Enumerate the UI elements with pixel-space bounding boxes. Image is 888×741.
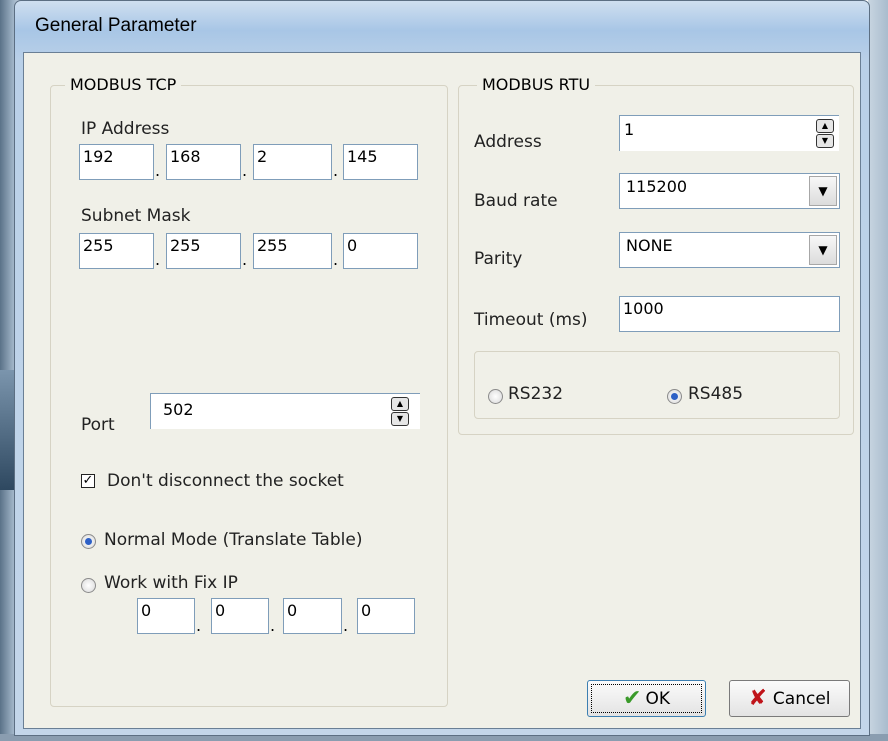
fix-ip-octet-4-field[interactable]: 0: [357, 598, 415, 634]
mask-octet-4-field[interactable]: 0: [343, 233, 418, 269]
baud-rate-value: 115200: [626, 177, 688, 196]
port-value: 502: [163, 400, 194, 419]
timeout-field[interactable]: 1000: [619, 296, 840, 332]
dialog-client-area: MODBUS TCP IP Address 192 . 168 . 2 . 14…: [23, 52, 861, 729]
dont-disconnect-label: Don't disconnect the socket: [107, 471, 344, 491]
parity-label: Parity: [474, 249, 523, 269]
dropdown-arrow-icon[interactable]: ▼: [809, 176, 837, 206]
fix-ip-octet-2-field[interactable]: 0: [211, 598, 269, 634]
ip-octet-1-field[interactable]: 192: [79, 144, 154, 180]
port-spin-field[interactable]: 502 ▲ ▼: [150, 393, 420, 429]
cancel-button-label: Cancel: [772, 688, 831, 709]
rs485-label: RS485: [688, 384, 744, 404]
timeout-label: Timeout (ms): [474, 310, 588, 330]
port-label: Port: [81, 415, 115, 435]
fix-ip-radio[interactable]: [81, 578, 96, 593]
ip-dot: .: [242, 161, 248, 180]
check-icon: ✔: [623, 686, 642, 711]
desktop-background-right: [868, 0, 888, 741]
subnet-mask-label: Subnet Mask: [81, 206, 191, 226]
parity-dropdown[interactable]: NONE ▼: [619, 232, 840, 268]
baud-rate-dropdown[interactable]: 115200 ▼: [619, 173, 840, 209]
ip-octet-2-field[interactable]: 168: [166, 144, 241, 180]
port-spinner-icon[interactable]: ▲ ▼: [391, 397, 409, 426]
mask-octet-2-field[interactable]: 255: [166, 233, 241, 269]
mask-dot: .: [333, 250, 339, 269]
ok-button[interactable]: ✔ OK: [587, 680, 706, 717]
ip-octet-3-field[interactable]: 2: [253, 144, 332, 180]
address-spin-field[interactable]: 1 ▲ ▼: [619, 115, 839, 151]
rs232-label: RS232: [508, 384, 564, 404]
dropdown-arrow-icon[interactable]: ▼: [809, 235, 837, 265]
x-icon: ✘: [748, 686, 767, 711]
fix-ip-dot: .: [270, 616, 276, 635]
parity-value: NONE: [626, 236, 673, 255]
fix-ip-octet-1-field[interactable]: 0: [137, 598, 195, 634]
modbus-rtu-group-title: MODBUS RTU: [477, 75, 596, 94]
fix-ip-octet-3-field[interactable]: 0: [283, 598, 342, 634]
normal-mode-radio[interactable]: [81, 534, 96, 549]
address-spinner-icon[interactable]: ▲ ▼: [816, 119, 834, 148]
ok-button-label: OK: [645, 688, 670, 709]
rs485-radio[interactable]: [667, 389, 682, 404]
address-label: Address: [474, 132, 542, 152]
ip-dot: .: [333, 161, 339, 180]
dialog-window: General Parameter MODBUS TCP IP Address …: [14, 0, 870, 736]
dont-disconnect-checkbox[interactable]: ✓: [81, 474, 95, 488]
rs232-radio[interactable]: [488, 389, 503, 404]
address-value: 1: [624, 120, 635, 139]
fix-ip-dot: .: [343, 616, 349, 635]
window-title: General Parameter: [35, 15, 197, 36]
fix-ip-dot: .: [196, 616, 202, 635]
ip-address-label: IP Address: [81, 119, 170, 139]
modbus-tcp-group-title: MODBUS TCP: [65, 75, 182, 94]
mask-dot: .: [155, 250, 161, 269]
ip-dot: .: [155, 161, 161, 180]
ip-octet-4-field[interactable]: 145: [343, 144, 418, 180]
mask-octet-1-field[interactable]: 255: [79, 233, 154, 269]
baud-rate-label: Baud rate: [474, 191, 558, 211]
normal-mode-label: Normal Mode (Translate Table): [104, 530, 363, 550]
fix-ip-label: Work with Fix IP: [104, 573, 238, 593]
mask-octet-3-field[interactable]: 255: [253, 233, 332, 269]
mask-dot: .: [242, 250, 248, 269]
cancel-button[interactable]: ✘ Cancel: [729, 680, 850, 717]
